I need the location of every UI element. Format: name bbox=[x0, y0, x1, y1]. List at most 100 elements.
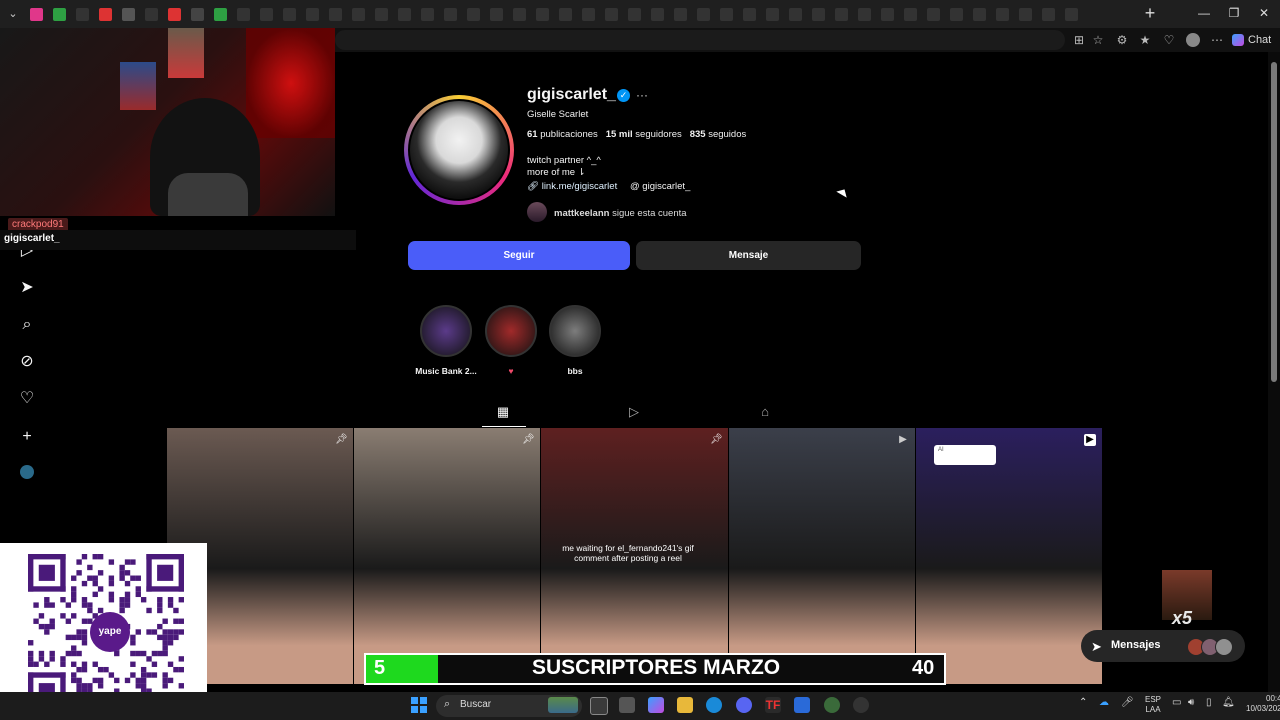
tab-favicon[interactable] bbox=[513, 7, 526, 21]
tab-favicon[interactable] bbox=[191, 7, 204, 21]
copilot-chat-button[interactable]: Chat bbox=[1232, 31, 1271, 49]
message-avatar[interactable] bbox=[1215, 638, 1233, 656]
highlight-cover[interactable] bbox=[420, 305, 472, 357]
tab-favicon[interactable] bbox=[1065, 7, 1078, 21]
profile-avatar[interactable] bbox=[408, 99, 510, 201]
tab-favicon[interactable] bbox=[720, 7, 733, 21]
discord-icon[interactable] bbox=[736, 697, 752, 713]
tab-favicon[interactable] bbox=[352, 7, 365, 21]
tab-favicon[interactable] bbox=[30, 7, 43, 21]
tab-favicon[interactable] bbox=[789, 7, 802, 21]
tray-overflow-icon[interactable]: ⌃ bbox=[1079, 697, 1087, 708]
highlight-label[interactable]: bbs bbox=[535, 366, 615, 376]
tab-favicon[interactable] bbox=[99, 7, 112, 21]
search-nav-icon[interactable]: ⌕ bbox=[18, 316, 36, 334]
app-available-icon[interactable]: ⊞ bbox=[1072, 33, 1086, 47]
close-window-button[interactable]: ✕ bbox=[1252, 4, 1276, 22]
threads-link[interactable]: @ gigiscarlet_ bbox=[630, 181, 690, 192]
profile-link-text[interactable]: link.me/gigiscarlet bbox=[542, 181, 618, 192]
follow-button[interactable]: Seguir bbox=[408, 241, 630, 270]
tab-favicon[interactable] bbox=[237, 7, 250, 21]
tab-favicon[interactable] bbox=[697, 7, 710, 21]
mutual-avatar[interactable] bbox=[527, 202, 547, 222]
highlight-cover[interactable] bbox=[549, 305, 601, 357]
tab-favicon[interactable] bbox=[628, 7, 641, 21]
tab-favicon[interactable] bbox=[398, 7, 411, 21]
address-bar[interactable] bbox=[335, 30, 1065, 50]
explore-nav-icon[interactable]: ⊘ bbox=[18, 353, 36, 371]
post-thumbnail[interactable] bbox=[729, 428, 915, 684]
app-icon[interactable] bbox=[794, 697, 810, 713]
tab-favicon[interactable] bbox=[214, 7, 227, 21]
followers-label[interactable]: seguidores bbox=[635, 129, 681, 140]
volume-icon[interactable]: 🔊︎ bbox=[1188, 697, 1194, 708]
notification-bell-icon[interactable]: 🔔︎ bbox=[1222, 697, 1235, 708]
tab-reels-icon[interactable]: ▷ bbox=[626, 404, 642, 420]
following-label[interactable]: seguidos bbox=[708, 129, 746, 140]
following-count[interactable]: 835 bbox=[690, 129, 706, 140]
tab-favicon[interactable] bbox=[973, 7, 986, 21]
tab-favicon[interactable] bbox=[490, 7, 503, 21]
page-scrollbar[interactable] bbox=[1268, 52, 1280, 692]
tab-favicon[interactable] bbox=[812, 7, 825, 21]
tab-favicon[interactable] bbox=[743, 7, 756, 21]
tab-posts-grid-icon[interactable]: ▦ bbox=[495, 404, 511, 420]
message-button[interactable]: Mensaje bbox=[636, 241, 861, 270]
create-nav-icon[interactable]: + bbox=[18, 428, 36, 446]
windows-start-icon[interactable] bbox=[411, 697, 427, 713]
extensions-icon[interactable]: ⚙ bbox=[1115, 33, 1129, 47]
tab-favicon[interactable] bbox=[260, 7, 273, 21]
threads-handle[interactable]: gigiscarlet_ bbox=[642, 181, 690, 192]
tab-favicon[interactable] bbox=[145, 7, 158, 21]
network-icon[interactable]: ▭ bbox=[1172, 697, 1181, 708]
edge-icon[interactable] bbox=[706, 697, 722, 713]
maximize-button[interactable]: ❐ bbox=[1222, 4, 1246, 22]
profile-nav-avatar[interactable] bbox=[20, 465, 34, 479]
mutual-follower[interactable]: mattkeelann sigue esta cuenta bbox=[554, 208, 687, 219]
store-icon[interactable] bbox=[619, 697, 635, 713]
tab-favicon[interactable] bbox=[467, 7, 480, 21]
taskbar-search-placeholder[interactable]: Buscar bbox=[460, 699, 491, 710]
tab-favicon[interactable] bbox=[927, 7, 940, 21]
tab-favicon[interactable] bbox=[122, 7, 135, 21]
obs-icon[interactable] bbox=[853, 697, 869, 713]
tab-favicon[interactable] bbox=[76, 7, 89, 21]
post-thumbnail[interactable] bbox=[916, 428, 1102, 684]
onedrive-icon[interactable]: ☁ bbox=[1099, 697, 1109, 708]
profile-link[interactable]: 🔗︎ link.me/gigiscarlet bbox=[527, 181, 617, 192]
tab-favicon[interactable] bbox=[1042, 7, 1055, 21]
messages-nav-icon[interactable]: ➤ bbox=[18, 279, 36, 297]
tab-favicon[interactable] bbox=[421, 7, 434, 21]
tab-favicon[interactable] bbox=[950, 7, 963, 21]
taskbar-clock[interactable]: 00:4210/03/2026 bbox=[1246, 694, 1280, 714]
profile-options-icon[interactable]: ··· bbox=[636, 88, 648, 102]
mutual-username[interactable]: mattkeelann bbox=[554, 208, 609, 219]
tab-favicon[interactable] bbox=[651, 7, 664, 21]
tab-favicon[interactable] bbox=[444, 7, 457, 21]
scrollbar-thumb[interactable] bbox=[1271, 62, 1277, 382]
language-indicator[interactable]: ESP LAA bbox=[1145, 695, 1161, 715]
copilot-taskbar-icon[interactable] bbox=[648, 697, 664, 713]
highlight-cover[interactable] bbox=[485, 305, 537, 357]
tab-favicon[interactable] bbox=[904, 7, 917, 21]
app-tf-icon[interactable]: TF bbox=[765, 697, 781, 713]
tab-tagged-icon[interactable]: ⌂ bbox=[757, 404, 773, 420]
tab-favicon[interactable] bbox=[766, 7, 779, 21]
tab-favicon[interactable] bbox=[53, 7, 66, 21]
tab-favicon[interactable] bbox=[375, 7, 388, 21]
tab-favicon[interactable] bbox=[996, 7, 1009, 21]
tab-favicon[interactable] bbox=[283, 7, 296, 21]
tab-favicon[interactable] bbox=[1019, 7, 1032, 21]
task-view-icon[interactable] bbox=[590, 697, 608, 715]
browser-essentials-icon[interactable]: ♡ bbox=[1162, 33, 1176, 47]
new-tab-button[interactable]: + bbox=[1140, 3, 1160, 23]
tab-favicon[interactable] bbox=[559, 7, 572, 21]
tab-favicon[interactable] bbox=[674, 7, 687, 21]
tab-favicon[interactable] bbox=[582, 7, 595, 21]
tab-favicon[interactable] bbox=[605, 7, 618, 21]
tab-favicon[interactable] bbox=[168, 7, 181, 21]
minimize-button[interactable]: — bbox=[1192, 4, 1216, 22]
microphone-icon[interactable]: 🎤︎ bbox=[1121, 697, 1134, 708]
battery-icon[interactable]: ▯ bbox=[1206, 697, 1212, 708]
more-options-icon[interactable]: ⋯ bbox=[1210, 33, 1224, 47]
